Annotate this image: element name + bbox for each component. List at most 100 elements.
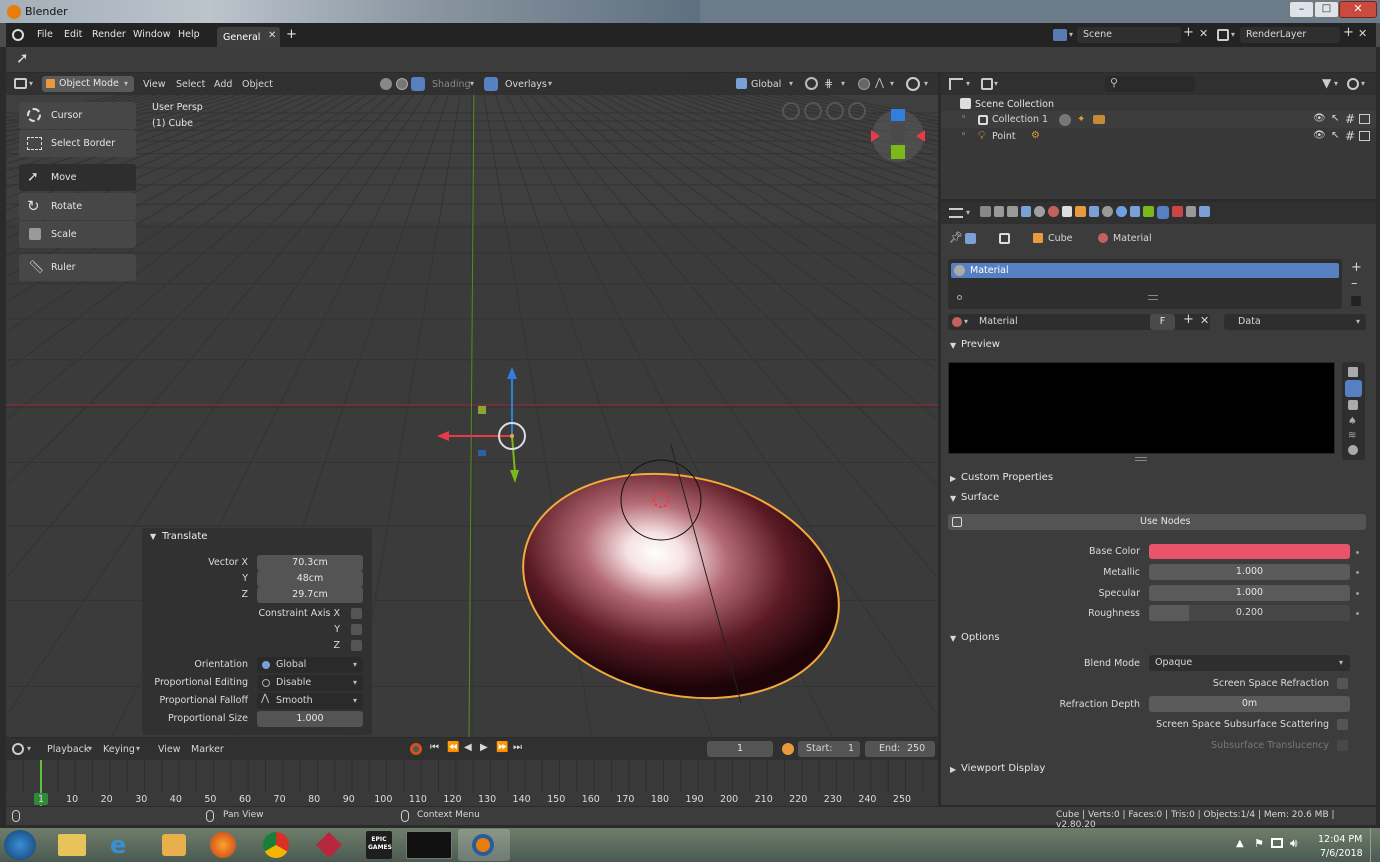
render-tab-icon[interactable]: [993, 206, 1005, 217]
constraints-tab-icon[interactable]: [1129, 206, 1141, 217]
menu-file[interactable]: File: [37, 23, 53, 47]
prev-key-icon[interactable]: ⏪: [447, 742, 459, 753]
material-slot-row[interactable]: Material: [951, 263, 1339, 278]
custom-props-arrow-icon[interactable]: ▶: [950, 474, 956, 483]
ortho-toggle-icon[interactable]: [848, 102, 866, 120]
new-collection-icon[interactable]: [1347, 78, 1359, 90]
add-workspace-button[interactable]: +: [286, 23, 297, 47]
clock-date[interactable]: 7/6/2018: [1320, 848, 1363, 859]
material-shading-icon[interactable]: [411, 77, 425, 91]
texture-tab-icon[interactable]: [1172, 206, 1183, 217]
constraint-x-checkbox[interactable]: [351, 608, 362, 619]
overlays-dropdown[interactable]: Overlays: [505, 79, 547, 90]
vector-y-field[interactable]: 48cm: [257, 571, 363, 587]
wireframe-shading-icon[interactable]: [380, 78, 392, 90]
end-frame-field[interactable]: End: 250: [865, 741, 935, 757]
camera-view-icon[interactable]: [782, 102, 800, 120]
particles-tab-icon[interactable]: [1102, 206, 1113, 217]
explorer-icon[interactable]: [58, 834, 86, 856]
navigation-gizmo[interactable]: [868, 106, 928, 166]
view-layer-tab-icon[interactable]: [1020, 206, 1032, 217]
constraint-z-checkbox[interactable]: [351, 640, 362, 651]
outliner-editor-icon[interactable]: [949, 78, 963, 90]
tray-volume-icon[interactable]: 🔊︎: [1290, 836, 1298, 851]
viewport-3d[interactable]: ▾ Object Mode ▾ View Select Add Object S…: [6, 73, 938, 737]
outliner-row-collection[interactable]: ◦ Collection 1 ✦ 👁︎ ↖ #: [941, 111, 1376, 128]
options-header[interactable]: Options: [961, 632, 1000, 643]
fake-user-toggle[interactable]: F: [1150, 314, 1175, 330]
tool-select-border[interactable]: Select Border: [19, 130, 136, 157]
workspace-tab-general[interactable]: General ✕: [217, 27, 280, 47]
jump-start-icon[interactable]: ⏮: [430, 742, 439, 753]
physics-tab-icon[interactable]: [1115, 206, 1127, 217]
add-menu[interactable]: Add: [214, 79, 232, 90]
tool-scale[interactable]: Scale: [19, 221, 136, 248]
maximize-button[interactable]: □: [1314, 1, 1339, 18]
point-select-arrow-icon[interactable]: ↖: [1331, 130, 1339, 141]
tool-move[interactable]: ➚ Move: [19, 164, 136, 191]
material-tab-icon[interactable]: [1156, 206, 1170, 219]
cmd-icon[interactable]: [406, 831, 452, 859]
solid-shading-icon[interactable]: [396, 78, 408, 90]
play-icon[interactable]: ▶: [480, 742, 488, 753]
data-tab-icon[interactable]: [1143, 206, 1154, 217]
pivot-icon[interactable]: [805, 77, 818, 90]
remove-renderlayer-icon[interactable]: ✕: [1358, 27, 1367, 40]
start-button[interactable]: [4, 830, 36, 860]
constraint-y-checkbox[interactable]: [351, 624, 362, 635]
new-material-icon[interactable]: +: [1183, 312, 1194, 327]
effects-tab-icon[interactable]: [1199, 206, 1211, 217]
timeline-view-menu[interactable]: View: [158, 744, 181, 755]
tray-arrow-icon[interactable]: ▲: [1236, 838, 1244, 849]
record-icon[interactable]: [410, 743, 422, 755]
properties-context-tabs[interactable]: [980, 206, 1211, 220]
app-red-icon[interactable]: [316, 832, 342, 858]
preview-resize-handle[interactable]: [1135, 457, 1147, 461]
base-color-swatch[interactable]: [1149, 544, 1350, 559]
shaderfx-tab-icon[interactable]: [1185, 206, 1197, 217]
scene-field[interactable]: Scene: [1077, 27, 1181, 43]
ie-icon[interactable]: e: [110, 831, 126, 859]
surface-header[interactable]: Surface: [961, 492, 999, 503]
current-frame-field[interactable]: 1: [707, 741, 773, 757]
slot-specials-icon[interactable]: [1351, 296, 1361, 306]
point-expand-icon[interactable]: ◦: [961, 130, 966, 140]
gizmo-toggle-icon[interactable]: [906, 77, 920, 91]
preview-cube-icon[interactable]: [1348, 400, 1358, 410]
minimize-button[interactable]: –: [1289, 1, 1314, 18]
select-arrow-icon[interactable]: ↖: [1331, 113, 1339, 124]
clock-time[interactable]: 12:04 PM: [1318, 834, 1362, 845]
proportional-icon[interactable]: [858, 78, 870, 90]
panel-collapse-icon[interactable]: ▼: [150, 532, 156, 541]
menu-help[interactable]: Help: [178, 23, 200, 47]
tool-rotate[interactable]: ↻ Rotate: [19, 193, 136, 220]
preview-header[interactable]: Preview: [961, 339, 1000, 350]
collection-tab-icon[interactable]: [1061, 206, 1073, 217]
preview-monkey-icon[interactable]: ♠: [1348, 416, 1357, 427]
prop-size-field[interactable]: 1.000: [257, 711, 363, 727]
tool-tab-icon[interactable]: [980, 206, 991, 217]
object-tab-icon[interactable]: [1075, 206, 1086, 217]
move-view-icon[interactable]: [804, 102, 822, 120]
playback-menu[interactable]: Playback: [47, 744, 89, 755]
editor-type-icon[interactable]: [14, 78, 27, 89]
outliner-row-point[interactable]: ◦ 💡︎ Point ⚙ 👁︎ ↖ #: [941, 128, 1376, 145]
blend-mode-select[interactable]: Opaque ▾: [1149, 655, 1350, 671]
view-menu[interactable]: View: [143, 79, 166, 90]
vector-x-field[interactable]: 70.3cm: [257, 555, 363, 571]
options-arrow-icon[interactable]: ▼: [950, 634, 956, 643]
surface-arrow-icon[interactable]: ▼: [950, 494, 956, 503]
mode-dropdown[interactable]: Object Mode ▾: [42, 76, 134, 92]
expand-arrow-icon[interactable]: ◦: [961, 113, 966, 123]
close-tab-icon[interactable]: ✕: [268, 30, 276, 41]
show-desktop-button[interactable]: [1370, 828, 1380, 862]
outliner-search-input[interactable]: ⚲: [1105, 76, 1195, 92]
preview-sky-icon[interactable]: [1348, 445, 1358, 455]
viewport-display-arrow-icon[interactable]: ▶: [950, 765, 956, 774]
scene-tab-icon[interactable]: [1034, 206, 1045, 217]
renderlayer-field[interactable]: RenderLayer: [1240, 27, 1340, 43]
preview-sphere-icon[interactable]: [1345, 380, 1362, 397]
tray-network-icon[interactable]: [1271, 838, 1283, 848]
menu-edit[interactable]: Edit: [64, 23, 82, 47]
selected-object-mesh[interactable]: [511, 443, 851, 703]
